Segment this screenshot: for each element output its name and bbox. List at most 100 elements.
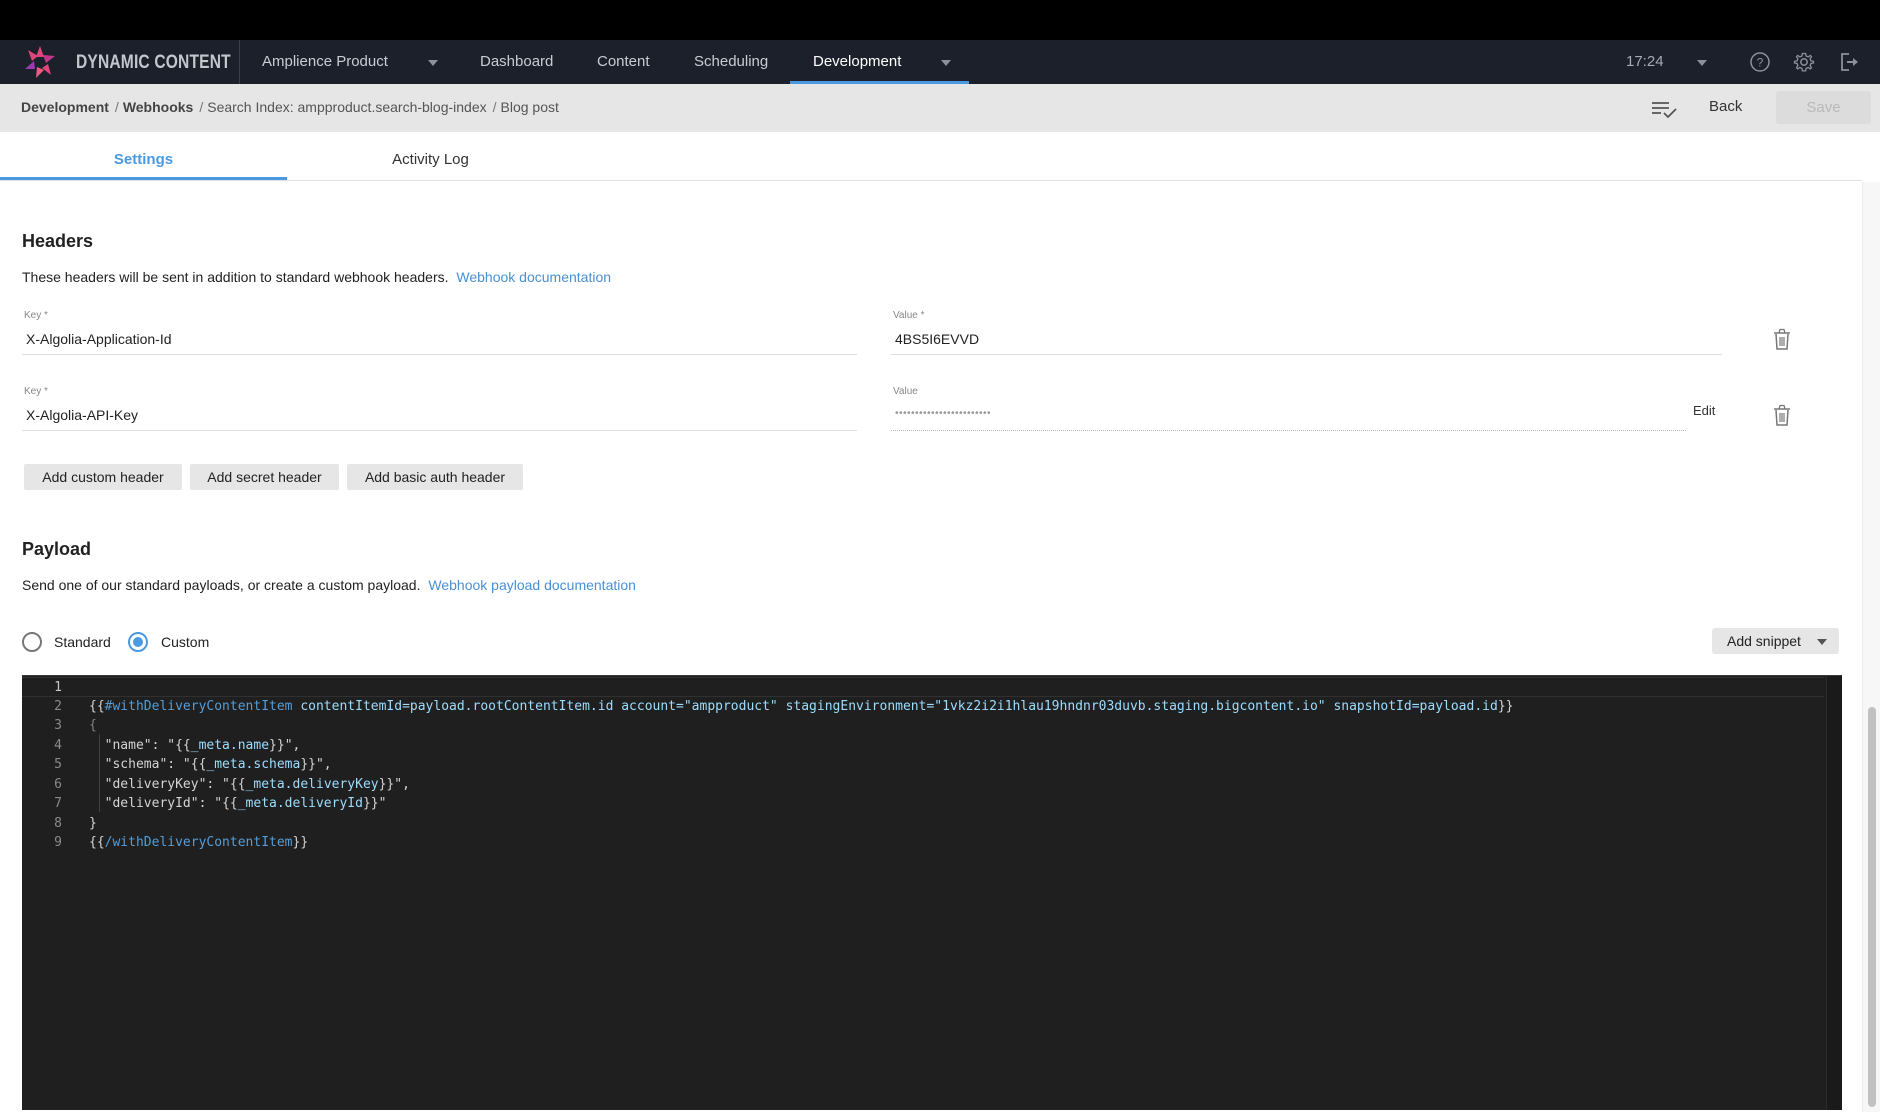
headers-description-text: These headers will be sent in addition t…: [22, 269, 449, 285]
code-text: "schema": "{{_meta.schema}}",: [89, 755, 332, 775]
code-token: {: [89, 718, 97, 733]
breadcrumb-development[interactable]: Development: [21, 99, 109, 115]
breadcrumb-search-index: Search Index: ampproduct.search-blog-ind…: [207, 99, 487, 115]
page-scrollbar-thumb[interactable]: [1868, 707, 1876, 1107]
code-line[interactable]: 9 {{/withDeliveryContentItem}}: [22, 833, 1824, 853]
add-custom-header-button[interactable]: Add custom header: [24, 464, 182, 490]
standard-payload-radio[interactable]: [22, 632, 42, 652]
code-token: }}: [269, 737, 285, 753]
code-line[interactable]: 7 "deliveryId": "{{_meta.deliveryId}}": [22, 794, 1824, 814]
custom-payload-label[interactable]: Custom: [161, 634, 209, 650]
code-token: {{: [222, 796, 238, 811]
add-snippet-dropdown[interactable]: Add snippet: [1712, 628, 1839, 654]
header-key-label: Key *: [24, 386, 48, 397]
tab-activity-log[interactable]: Activity Log: [287, 132, 574, 180]
code-line[interactable]: 2 {{#withDeliveryContentItem contentItemI…: [22, 697, 1824, 717]
header-value-input[interactable]: [891, 331, 1722, 355]
list-check-icon[interactable]: [1650, 98, 1678, 120]
code-token: "deliveryId": ": [89, 796, 223, 811]
code-line[interactable]: 8}: [22, 814, 1824, 834]
code-text: {{#withDeliveryContentItem contentItemId…: [89, 697, 1513, 717]
gear-icon[interactable]: [1793, 51, 1815, 73]
top-navigation-bar: DYNAMIC CONTENT Amplience Product Dashbo…: [0, 40, 1880, 84]
code-token: "deliveryKey": ": [89, 776, 230, 792]
delete-header-trash-icon[interactable]: [1771, 327, 1793, 351]
logout-icon[interactable]: [1838, 51, 1860, 73]
payload-description: Send one of our standard payloads, or cr…: [22, 577, 636, 593]
add-snippet-label: Add snippet: [1727, 633, 1801, 649]
payload-code-editor[interactable]: 1 2 {{#withDeliveryContentItem contentItem…: [22, 675, 1842, 1110]
nav-item-content[interactable]: Content: [597, 53, 650, 70]
code-token: "name": ": [89, 737, 176, 753]
page-scrollbar[interactable]: [1862, 182, 1880, 1112]
header-key-input[interactable]: [22, 407, 857, 431]
brand-name: DYNAMIC CONTENT: [76, 52, 231, 73]
code-line[interactable]: 3{: [22, 716, 1824, 736]
breadcrumb-webhooks[interactable]: Webhooks: [123, 99, 194, 115]
code-token: #withDeliveryContentItem: [104, 698, 293, 714]
line-number: 6: [54, 776, 62, 792]
nav-item-dashboard[interactable]: Dashboard: [480, 53, 553, 70]
line-number: 4: [54, 737, 62, 753]
edit-secret-header-button[interactable]: Edit: [1693, 403, 1715, 418]
line-number: 1: [54, 680, 62, 695]
code-token: ": [378, 796, 387, 811]
code-token: }}: [378, 776, 395, 792]
development-menu-chevron-down-icon[interactable]: [941, 60, 951, 66]
code-token: _meta.deliveryKey: [245, 776, 379, 792]
add-basic-auth-header-button[interactable]: Add basic auth header: [347, 464, 523, 490]
nav-item-development[interactable]: Development: [813, 53, 901, 70]
code-token: ",: [284, 737, 301, 753]
code-text: }: [89, 814, 97, 834]
code-token: _meta.deliveryId: [237, 796, 363, 811]
delete-header-trash-icon[interactable]: [1771, 403, 1793, 427]
chevron-down-icon: [1817, 639, 1827, 645]
editor-scrollbar[interactable]: [1826, 676, 1842, 1110]
webhook-payload-documentation-link[interactable]: Webhook payload documentation: [428, 577, 636, 593]
code-token: }}: [292, 835, 309, 850]
line-number: 8: [54, 815, 62, 831]
code-line[interactable]: 1: [22, 677, 1824, 697]
add-secret-header-button[interactable]: Add secret header: [190, 464, 339, 490]
secret-header-value-input[interactable]: [891, 407, 1686, 431]
code-token: ",: [315, 757, 332, 772]
code-token: {{: [175, 737, 191, 753]
code-text: "deliveryKey": "{{_meta.deliveryKey}}",: [89, 775, 410, 795]
headers-description: These headers will be sent in addition t…: [22, 269, 611, 285]
payload-section-title: Payload: [22, 539, 92, 559]
os-top-bar: [0, 0, 1880, 40]
code-line[interactable]: 4 "name": "{{_meta.name}}",: [22, 736, 1824, 756]
breadcrumb: Development / Webhooks / Search Index: amppr…: [21, 99, 559, 115]
code-token: {{: [89, 835, 105, 850]
back-button[interactable]: Back: [1709, 98, 1742, 115]
code-text: "deliveryId": "{{_meta.deliveryId}}": [89, 794, 387, 814]
code-token: /withDeliveryContentItem: [104, 835, 293, 850]
code-token: "schema": ": [89, 757, 191, 772]
code-line[interactable]: 6 "deliveryKey": "{{_meta.deliveryKey}}"…: [22, 775, 1824, 795]
code-token: {{: [190, 757, 207, 772]
code-text: "name": "{{_meta.name}}",: [89, 736, 301, 756]
hub-selector[interactable]: Amplience Product: [262, 53, 388, 70]
hub-selector-chevron-down-icon[interactable]: [428, 60, 438, 66]
standard-payload-label[interactable]: Standard: [54, 634, 111, 650]
breadcrumb-bar: Development / Webhooks / Search Index: amppr…: [0, 84, 1880, 132]
code-line[interactable]: 5 "schema": "{{_meta.schema}}",: [22, 755, 1824, 775]
time-menu-chevron-down-icon[interactable]: [1697, 60, 1707, 66]
custom-payload-radio[interactable]: [128, 632, 148, 652]
breadcrumb-current: Blog post: [500, 99, 559, 115]
amplience-logo-icon[interactable]: [22, 45, 58, 79]
header-value-label: Value: [893, 386, 918, 397]
webhook-documentation-link[interactable]: Webhook documentation: [456, 269, 611, 285]
tab-bar: Settings Activity Log: [0, 132, 1862, 181]
breadcrumb-separator: /: [199, 99, 204, 115]
header-key-label: Key *: [24, 310, 48, 321]
help-circle-icon[interactable]: ?: [1749, 51, 1771, 73]
tab-settings[interactable]: Settings: [0, 132, 287, 180]
save-button[interactable]: Save: [1776, 91, 1871, 124]
nav-divider: [239, 40, 240, 84]
code-text: {{/withDeliveryContentItem}}: [89, 833, 308, 853]
code-token: }: [89, 815, 97, 831]
line-number: 7: [54, 796, 62, 811]
header-key-input[interactable]: [22, 331, 857, 355]
nav-item-scheduling[interactable]: Scheduling: [694, 53, 768, 70]
